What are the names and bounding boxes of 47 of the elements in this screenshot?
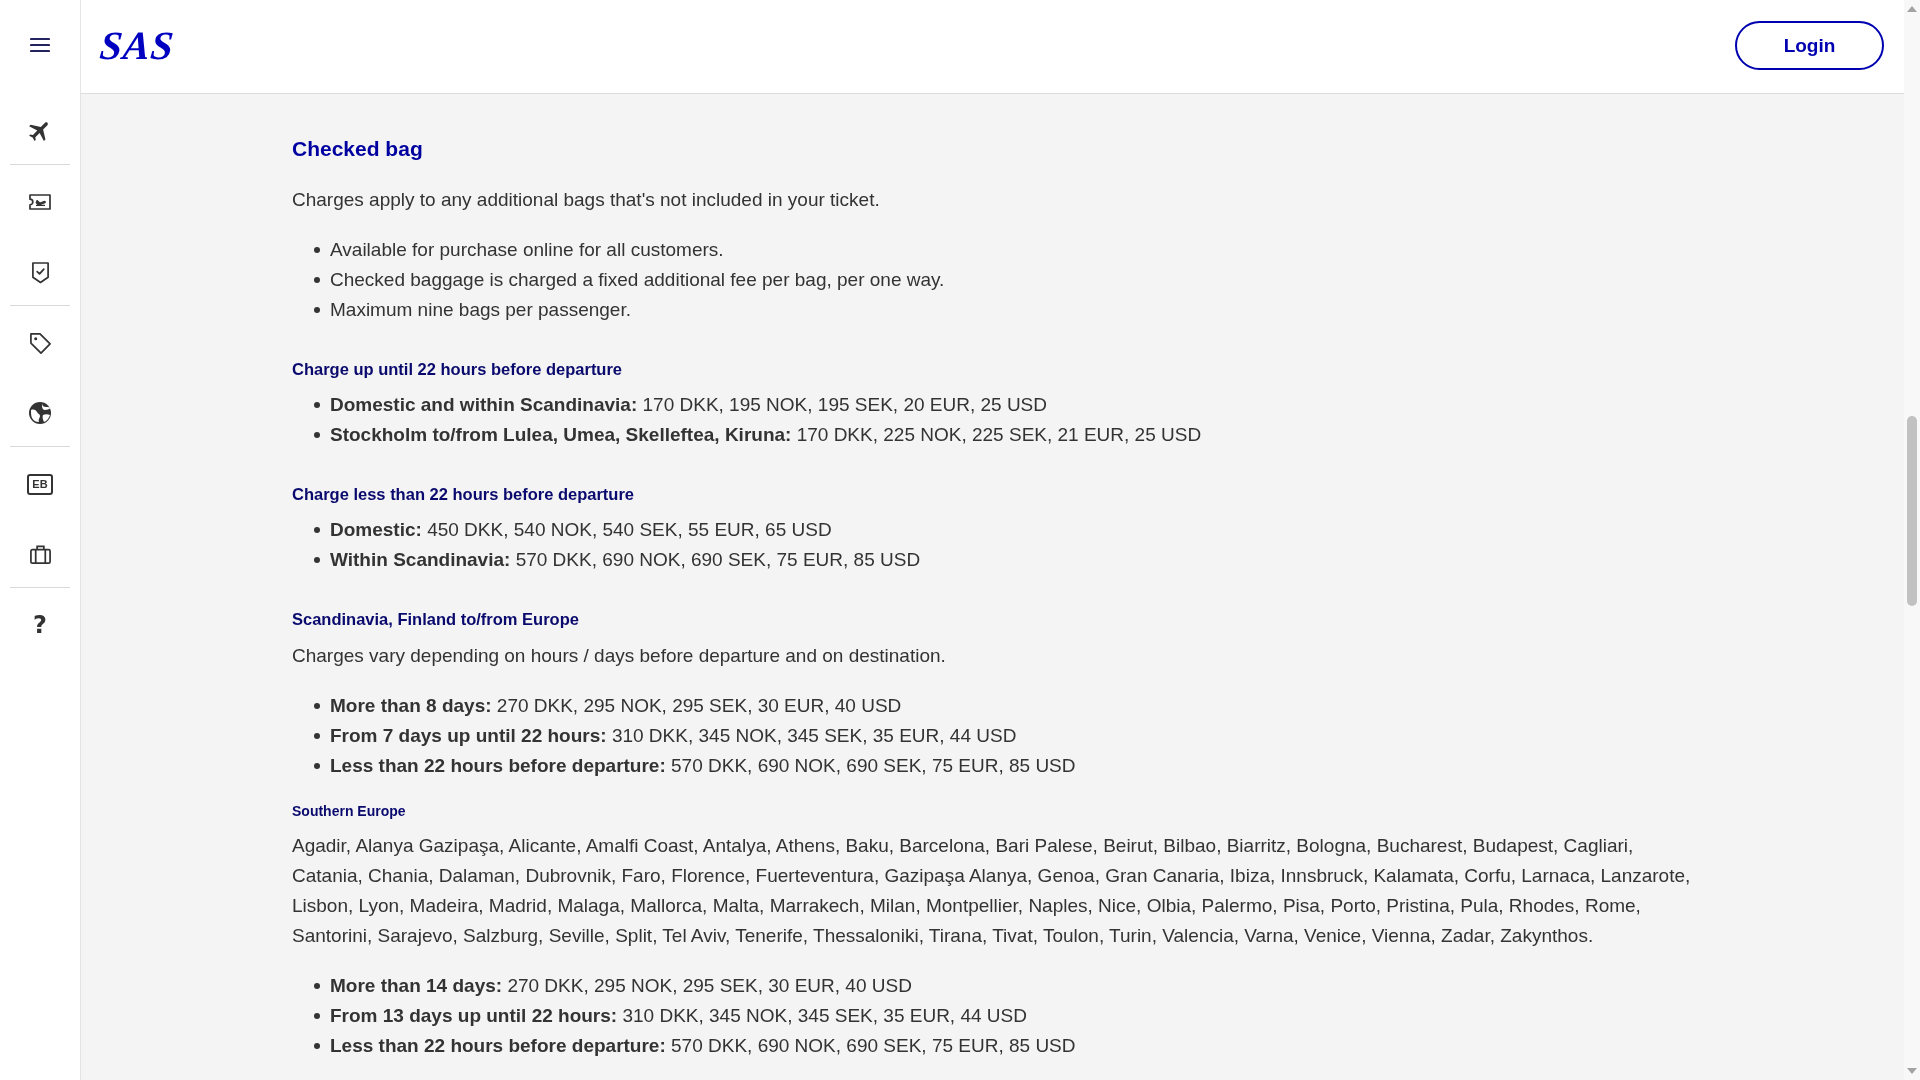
login-button[interactable]: Login xyxy=(1735,21,1884,70)
list-item-text: Available for purchase online for all customers. xyxy=(330,238,724,262)
list-item-text: Within Scandinavia: 570 DKK, 690 NOK, 690 SEK, 75 EUR, 85 USD xyxy=(330,548,921,572)
list-item-text: More than 14 days: 270 DKK, 295 NOK, 295 SEK, 30 EUR, 40 USD xyxy=(330,974,912,998)
paragraph: Charges apply to any additional bags that's not included in your ticket. xyxy=(292,188,881,212)
list-item-text: Less than 22 hours before departure: 570 DKK, 690 NOK, 690 SEK, 75 EUR, 85 USD xyxy=(330,754,1076,778)
bullet-icon xyxy=(314,557,320,563)
bullet-icon xyxy=(314,763,320,769)
list-item-text: From 13 days up until 22 hours: 310 DKK, 345 NOK, 345 SEK, 35 EUR, 44 USD xyxy=(330,1004,1027,1028)
section-heading: Charge up until 22 hours before departure xyxy=(292,359,624,379)
bullet-icon xyxy=(314,1013,320,1019)
eb-button[interactable]: EB xyxy=(27,473,53,495)
bullet-icon xyxy=(314,733,320,739)
bullet-icon xyxy=(314,432,320,438)
ticket-icon xyxy=(28,192,52,212)
help-button[interactable]: ? xyxy=(29,611,51,639)
list-item-text: From 7 days up until 22 hours: 310 DKK, 345 NOK, 345 SEK, 35 EUR, 44 USD xyxy=(330,724,1017,748)
bullet-icon xyxy=(314,1043,320,1049)
list-item-text: Maximum nine bags per passenger. xyxy=(330,298,631,322)
list-item-text: Less than 22 hours before departure: 570 DKK, 690 NOK, 690 SEK, 75 EUR, 85 USD xyxy=(330,1034,1076,1058)
paragraph: Charges vary depending on hours / days before departure and on destination. xyxy=(292,644,947,668)
bullet-icon xyxy=(314,402,320,408)
scrollbar-thumb[interactable] xyxy=(1907,416,1917,606)
bullet-icon xyxy=(314,247,320,253)
shield-check-icon xyxy=(30,260,50,284)
bullet-icon xyxy=(314,703,320,709)
section-heading: Scandinavia, Finland to/from Europe xyxy=(292,609,580,629)
list-item-text: More than 8 days: 270 DKK, 295 NOK, 295 SEK, 30 EUR, 40 USD xyxy=(330,694,902,718)
list-item-text: Checked baggage is charged a fixed additional fee per bag, per one way. xyxy=(330,268,945,292)
airplane-icon xyxy=(29,120,51,142)
section-heading: Charge less than 22 hours before departure xyxy=(292,484,635,504)
page-heading: Checked bag xyxy=(292,136,424,162)
briefcase-icon xyxy=(28,542,52,566)
bullet-icon xyxy=(314,307,320,313)
subsection-heading: Southern Europe xyxy=(292,802,407,820)
bullet-icon xyxy=(314,277,320,283)
scrollbar[interactable] xyxy=(1904,0,1920,1080)
paragraph: Agadir, Alanya Gazipaşa, Alicante, Amalfi Coast, Antalya, Athens, Baku, Barcelona, Bari Palese, Beirut, Bilbao, Biarritz, Bologna, Bucharest, Budapest, Cagliari, Catania, Chania, Dalaman, Dubrovnik, Faro, Florence, Fuerteventura, Gazipaşa Alanya, Genoa, Gran Canaria, Ibiza, Innsbruck, Kalamata, Corfu, Larnaca, Lanzarote, Lisbon, Lyon, Madeira, Madrid, Malaga, Mallorca, Malta, Marrakech, Milan, Montpellier, Naples, Nice, Olbia, Palermo, Pisa, Porto, Pristina, Pula, Rhodes, Rome, Santorini, Sarajevo, Salzburg, Seville, Split, Tel Aviv, Tenerife, Thessaloniki, Tirana, Tivat, Toulon, Turin, Valencia, Varna, Venice, Vienna, Zadar, Zakynthos. xyxy=(292,834,1692,948)
list-item-text: Domestic: 450 DKK, 540 NOK, 540 SEK, 55 EUR, 65 USD xyxy=(330,518,832,542)
globe-icon xyxy=(28,401,52,425)
bullet-icon xyxy=(314,983,320,989)
list-item-text: Stockholm to/from Lulea, Umea, Skelleftea, Kiruna: 170 DKK, 225 NOK, 225 SEK, 21 EUR, 25 USD xyxy=(330,423,1202,447)
menu-icon xyxy=(30,37,50,53)
logo[interactable]: SAS xyxy=(97,25,177,66)
bullet-icon xyxy=(314,527,320,533)
tag-icon xyxy=(28,331,52,355)
list-item-text: Domestic and within Scandinavia: 170 DKK, 195 NOK, 195 SEK, 20 EUR, 25 USD xyxy=(330,393,1047,417)
